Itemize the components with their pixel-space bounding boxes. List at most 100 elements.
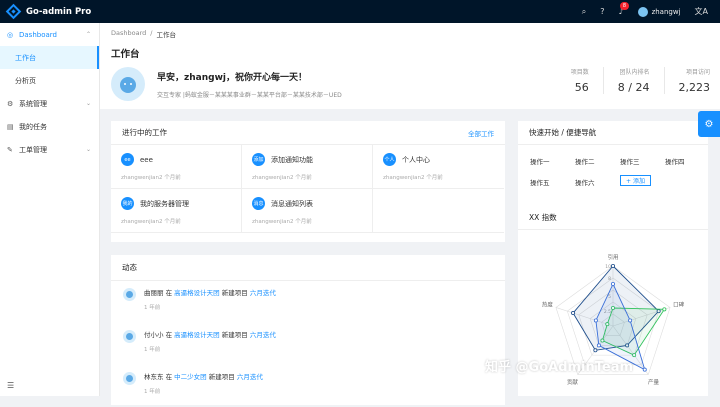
- quick-link[interactable]: 操作六: [575, 177, 620, 187]
- quick-links: 操作一 操作二 操作三 操作四 操作五 操作六 + 添加: [518, 145, 708, 198]
- avatar: [123, 330, 136, 343]
- card-title: XX 指数: [529, 213, 557, 222]
- menu-collapse-icon[interactable]: ☰: [7, 381, 14, 390]
- user-menu[interactable]: zhangwj: [637, 6, 681, 17]
- activity-time: 1 年前: [144, 305, 161, 311]
- logo-icon: [5, 3, 22, 20]
- project-meta: zhangwenjian2 个月前: [383, 175, 443, 181]
- sidebar-item-label: 工单管理: [19, 145, 47, 154]
- activity-group-link[interactable]: 高逼格设计天团: [174, 331, 220, 339]
- sidebar-item-dashboard[interactable]: ◎ Dashboard ⌃: [0, 23, 99, 46]
- chevron-down-icon: ⌄: [85, 100, 91, 107]
- bell-icon[interactable]: ♪ 8: [618, 1, 629, 16]
- avatar: [637, 6, 648, 17]
- quick-link[interactable]: 操作二: [575, 156, 620, 166]
- project-icon: 添加: [252, 153, 265, 166]
- stat-rank: 团队内排名 8 / 24: [602, 67, 650, 94]
- quick-link[interactable]: 操作一: [530, 156, 575, 166]
- activity-text: 在: [165, 289, 173, 297]
- radar-point: [611, 282, 616, 287]
- sidebar-item-tasks[interactable]: ▤ 我的任务: [0, 115, 99, 138]
- breadcrumb-root[interactable]: Dashboard: [111, 29, 146, 39]
- quick-link[interactable]: 操作三: [620, 156, 665, 166]
- radar-point: [642, 367, 647, 372]
- radar-indicator-label: 产量: [648, 378, 660, 386]
- avatar: [111, 67, 145, 101]
- add-link-button[interactable]: + 添加: [620, 175, 651, 186]
- radar-point: [628, 318, 633, 323]
- activity-text: 在: [165, 331, 173, 339]
- main-content: Dashboard / 工作台 工作台 早安，zhangwj，祝你开心每一天！ …: [100, 23, 720, 405]
- stat-value: 8 / 24: [617, 81, 650, 94]
- activity-time: 1 年前: [144, 347, 161, 353]
- breadcrumb-separator: /: [150, 29, 153, 37]
- activity-project-link[interactable]: 六月迭代: [237, 373, 263, 381]
- stat-value: 56: [574, 81, 589, 94]
- sidebar: ◎ Dashboard ⌃ 工作台 分析页 ⚙ 系统管理 ⌄ ▤ 我的任务 ✎ …: [0, 23, 100, 396]
- help-icon[interactable]: ?: [600, 7, 604, 16]
- radar-indicator-label: 引用: [607, 253, 618, 261]
- activity-card: 动态 曲丽丽 在 高逼格设计天团 新建项目 六月迭代 1 年前 付小小 在 高逼…: [111, 255, 505, 405]
- chevron-up-icon: ⌃: [85, 31, 91, 38]
- radar-indicator-label: 贡献: [567, 378, 579, 386]
- stat-visits: 项目访问 2,223: [663, 67, 711, 94]
- project-name: 添加通知功能: [271, 155, 313, 164]
- activity-group-link[interactable]: 中二少女团: [174, 373, 207, 381]
- activity-item: 付小小 在 高逼格设计天团 新建项目 六月迭代 1 年前: [111, 323, 505, 365]
- search-icon[interactable]: ⌕: [582, 7, 586, 16]
- quick-link[interactable]: 操作四: [665, 156, 710, 166]
- sidebar-item-label: 我的任务: [19, 122, 47, 131]
- page-title: 工作台: [111, 49, 140, 60]
- project-item[interactable]: 我的 我的服务器管理 zhangwenjian2 个月前: [111, 189, 242, 233]
- sidebar-item-tickets[interactable]: ✎ 工单管理 ⌄: [0, 138, 99, 161]
- app-title: Go-admin Pro: [26, 6, 92, 17]
- project-name: 个人中心: [402, 155, 430, 164]
- activity-item: 林东东 在 中二少女团 新建项目 六月迭代 1 年前: [111, 365, 505, 407]
- project-item[interactable]: 消息 消息通知列表 zhangwenjian2 个月前: [242, 189, 373, 233]
- project-meta: zhangwenjian2 个月前: [252, 175, 312, 181]
- project-item[interactable]: 添加 添加通知功能 zhangwenjian2 个月前: [242, 145, 373, 189]
- project-meta: zhangwenjian2 个月前: [252, 219, 312, 225]
- activity-project-link[interactable]: 六月迭代: [250, 289, 276, 297]
- sidebar-item-workplace[interactable]: 工作台: [0, 46, 99, 69]
- card-title: 快速开始 / 便捷导航: [529, 128, 597, 137]
- stat-label: 项目数: [570, 69, 589, 76]
- activity-project-link[interactable]: 六月迭代: [250, 331, 276, 339]
- sidebar-item-label: 工作台: [15, 53, 36, 62]
- breadcrumb: Dashboard / 工作台: [111, 29, 709, 39]
- radar-point: [596, 343, 601, 348]
- gear-icon: ⚙: [704, 118, 714, 130]
- task-icon: ▤: [7, 122, 14, 131]
- activity-action: 新建项目: [221, 289, 248, 297]
- logo[interactable]: Go-admin Pro: [0, 3, 100, 20]
- sidebar-item-label: 分析页: [15, 76, 36, 85]
- quick-link[interactable]: 操作五: [530, 177, 575, 187]
- sidebar-item-analysis[interactable]: 分析页: [0, 69, 99, 92]
- greeting: 早安，zhangwj，祝你开心每一天！: [157, 72, 307, 83]
- notification-badge: 8: [620, 1, 629, 10]
- radar-indicator-label: 热度: [542, 301, 554, 309]
- activity-user: 付小小: [144, 331, 164, 339]
- radar-point: [662, 307, 667, 312]
- project-meta: zhangwenjian2 个月前: [121, 175, 181, 181]
- chevron-down-icon: ⌄: [85, 146, 91, 153]
- activity-user: 林东东: [144, 373, 164, 381]
- all-projects-link[interactable]: 全部工作: [468, 128, 494, 138]
- project-item[interactable]: ee eee zhangwenjian2 个月前: [111, 145, 242, 189]
- avatar: [123, 288, 136, 301]
- settings-drawer-button[interactable]: ⚙: [698, 111, 720, 137]
- sidebar-item-system[interactable]: ⚙ 系统管理 ⌄: [0, 92, 99, 115]
- user-title: 交互专家 |蚂蚁金服－某某某事业群－某某平台部－某某技术部－UED: [157, 91, 342, 99]
- card-title: 进行中的工作: [122, 128, 167, 137]
- stat-label: 团队内排名: [619, 69, 650, 76]
- project-name: eee: [140, 155, 153, 164]
- stat-value: 2,223: [678, 81, 711, 94]
- activity-group-link[interactable]: 高逼格设计天团: [174, 289, 220, 297]
- project-item[interactable]: 个人 个人中心 zhangwenjian2 个月前: [373, 145, 504, 189]
- project-meta: zhangwenjian2 个月前: [121, 219, 181, 225]
- language-icon[interactable]: 文A: [695, 7, 708, 16]
- sidebar-item-label: Dashboard: [19, 30, 57, 39]
- project-icon: 个人: [383, 153, 396, 166]
- radar-point: [571, 311, 576, 316]
- activity-action: 新建项目: [221, 331, 248, 339]
